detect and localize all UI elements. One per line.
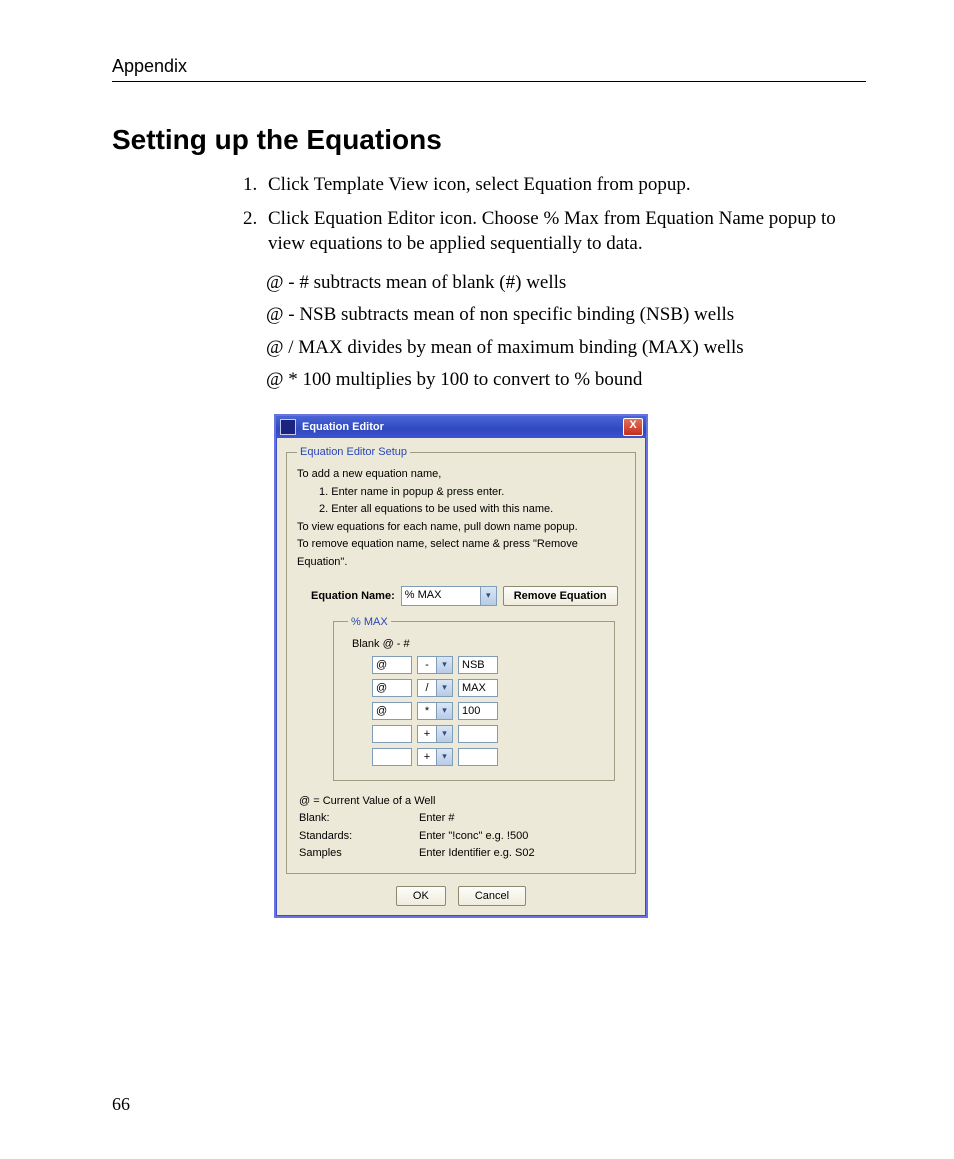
equation-rows-legend: % MAX: [348, 616, 391, 628]
dialog-screenshot: Equation Editor X Equation Editor Setup …: [274, 414, 866, 918]
equation-name-row: Equation Name: ▾ Remove Equation: [297, 586, 625, 606]
remove-equation-button[interactable]: Remove Equation: [503, 586, 618, 606]
operator-combo[interactable]: + ▾: [417, 725, 453, 743]
app-icon: [280, 419, 296, 435]
lhs-input[interactable]: [372, 725, 412, 743]
equation-explanations: @ - # subtracts mean of blank (#) wells …: [266, 267, 866, 396]
equation-explanation: @ / MAX divides by mean of maximum bindi…: [266, 332, 866, 364]
section-heading: Setting up the Equations: [112, 124, 866, 156]
equation-row: - ▾: [372, 656, 600, 674]
chevron-down-icon[interactable]: ▾: [480, 587, 496, 605]
lhs-input[interactable]: [372, 679, 412, 697]
equation-row: / ▾: [372, 679, 600, 697]
rhs-input[interactable]: [458, 679, 498, 697]
equation-editor-dialog: Equation Editor X Equation Editor Setup …: [274, 414, 648, 918]
legend-key: Samples: [299, 845, 419, 863]
rhs-input[interactable]: [458, 748, 498, 766]
dialog-button-row: OK Cancel: [286, 886, 636, 906]
operator-value: -: [417, 656, 437, 674]
legend-key: Blank:: [299, 810, 419, 828]
instruction-list: Click Template View icon, select Equatio…: [112, 172, 866, 257]
operator-value: +: [417, 748, 437, 766]
equation-row: + ▾: [372, 725, 600, 743]
cancel-button[interactable]: Cancel: [458, 886, 526, 906]
lhs-input[interactable]: [372, 702, 412, 720]
instruction-text: 1. Enter name in popup & press enter.: [297, 484, 625, 502]
chevron-down-icon[interactable]: ▾: [437, 725, 453, 743]
lhs-input[interactable]: [372, 748, 412, 766]
equation-explanation: @ - NSB subtracts mean of non specific b…: [266, 299, 866, 331]
operator-combo[interactable]: * ▾: [417, 702, 453, 720]
equation-explanation: @ - # subtracts mean of blank (#) wells: [266, 267, 866, 299]
legend-value: Enter #: [419, 810, 454, 828]
setup-group-legend: Equation Editor Setup: [297, 446, 410, 458]
page-number: 66: [112, 1094, 130, 1115]
equation-name-input[interactable]: [402, 587, 480, 603]
equation-name-label: Equation Name:: [311, 590, 395, 602]
rhs-input[interactable]: [458, 725, 498, 743]
close-icon[interactable]: X: [623, 418, 643, 436]
operator-value: *: [417, 702, 437, 720]
operator-combo[interactable]: - ▾: [417, 656, 453, 674]
rhs-input[interactable]: [458, 656, 498, 674]
instruction-text: 2. Enter all equations to be used with t…: [297, 501, 625, 519]
instruction-text: To remove equation name, select name & p…: [297, 536, 625, 571]
operator-value: +: [417, 725, 437, 743]
chevron-down-icon[interactable]: ▾: [437, 702, 453, 720]
dialog-body: Equation Editor Setup To add a new equat…: [276, 438, 646, 916]
chevron-down-icon[interactable]: ▾: [437, 656, 453, 674]
equation-rows-group: % MAX Blank @ - # - ▾: [333, 616, 615, 781]
dialog-title: Equation Editor: [302, 421, 623, 433]
blank-equation-text: Blank @ - #: [352, 638, 600, 650]
legend-text: @ = Current Value of a Well: [299, 793, 625, 811]
instruction-text: To add a new equation name,: [297, 466, 625, 484]
setup-group: Equation Editor Setup To add a new equat…: [286, 446, 636, 874]
chevron-down-icon[interactable]: ▾: [437, 679, 453, 697]
legend-value: Enter Identifier e.g. S02: [419, 845, 535, 863]
legend-value: Enter "!conc" e.g. !500: [419, 828, 528, 846]
instruction-item: Click Equation Editor icon. Choose % Max…: [262, 206, 866, 257]
equation-explanation: @ * 100 multiplies by 100 to convert to …: [266, 364, 866, 396]
legend-key: Standards:: [299, 828, 419, 846]
lhs-input[interactable]: [372, 656, 412, 674]
legend-block: @ = Current Value of a Well Blank: Enter…: [299, 793, 625, 863]
equation-row: + ▾: [372, 748, 600, 766]
operator-combo[interactable]: + ▾: [417, 748, 453, 766]
equation-row: * ▾: [372, 702, 600, 720]
rhs-input[interactable]: [458, 702, 498, 720]
operator-value: /: [417, 679, 437, 697]
running-header: Appendix: [112, 56, 866, 82]
dialog-titlebar[interactable]: Equation Editor X: [276, 416, 646, 438]
instruction-item: Click Template View icon, select Equatio…: [262, 172, 866, 198]
operator-combo[interactable]: / ▾: [417, 679, 453, 697]
setup-instructions: To add a new equation name, 1. Enter nam…: [297, 466, 625, 572]
document-page: Appendix Setting up the Equations Click …: [0, 0, 954, 1159]
ok-button[interactable]: OK: [396, 886, 446, 906]
equation-name-combo[interactable]: ▾: [401, 586, 497, 606]
instruction-text: To view equations for each name, pull do…: [297, 519, 625, 537]
chevron-down-icon[interactable]: ▾: [437, 748, 453, 766]
